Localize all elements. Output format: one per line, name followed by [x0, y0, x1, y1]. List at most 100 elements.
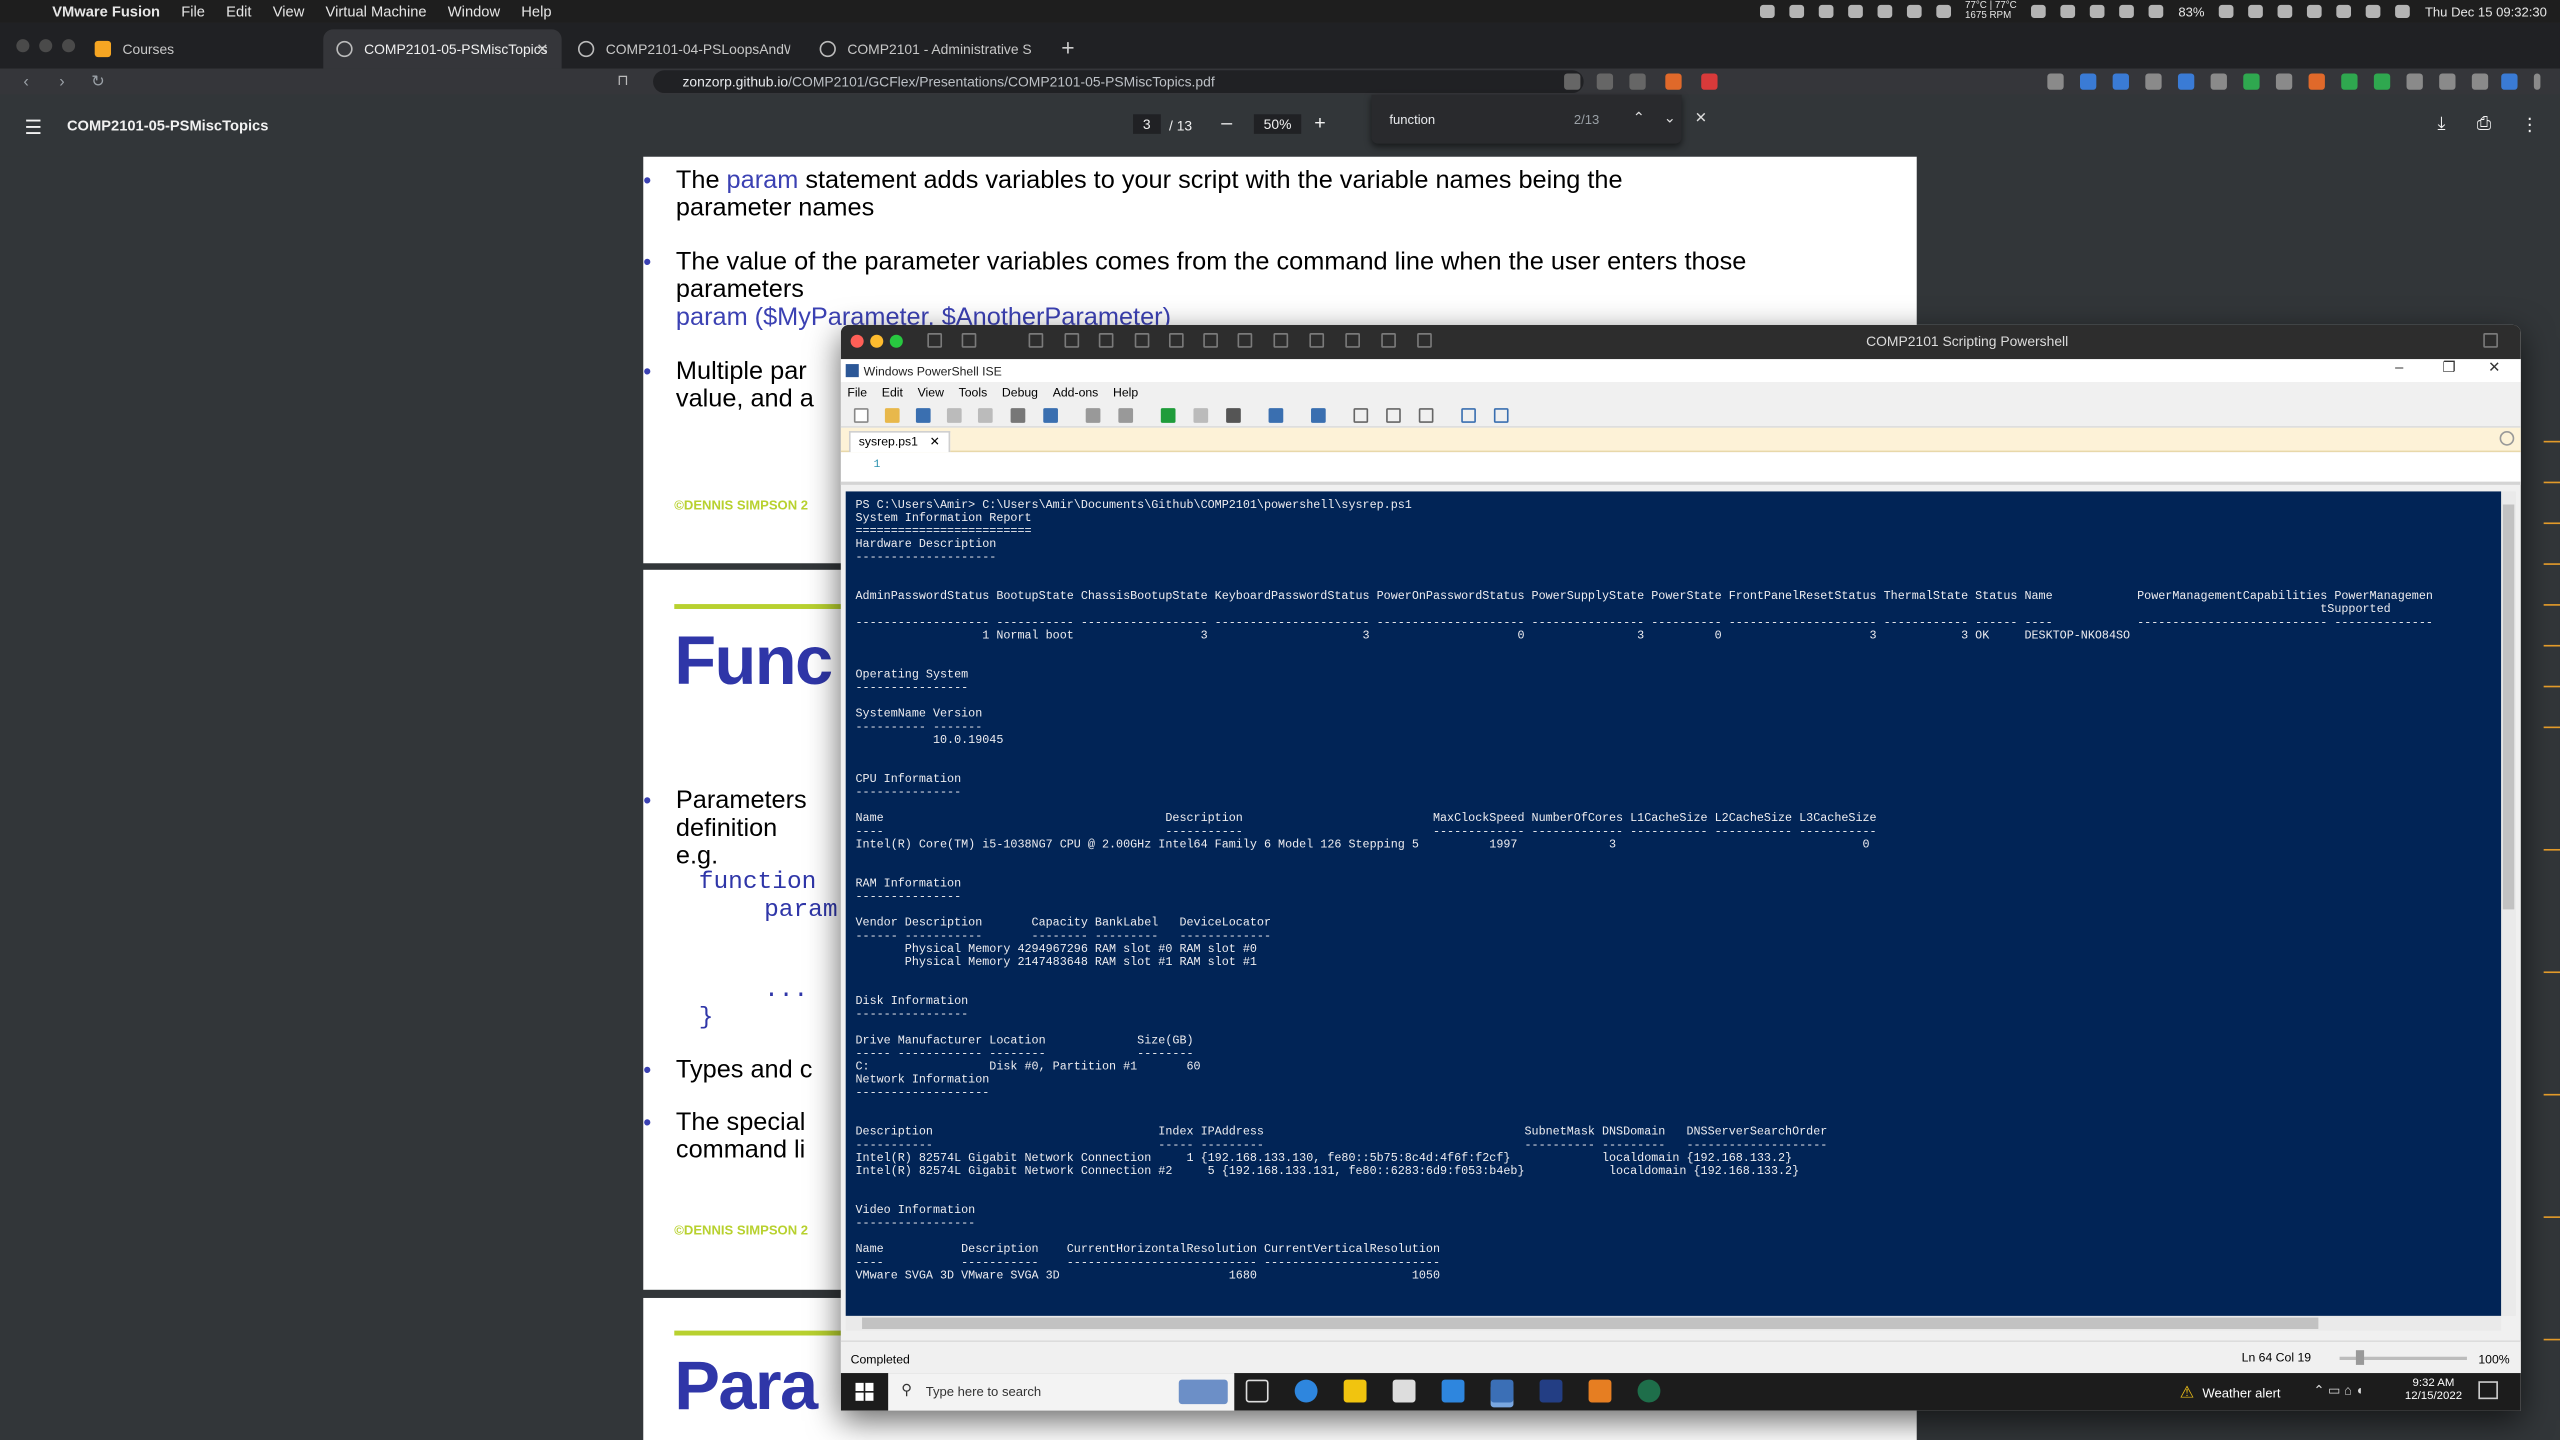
sidebar-icon[interactable] — [2439, 73, 2456, 90]
vm-toolbar-icon[interactable] — [1417, 333, 1432, 348]
temp-readout[interactable]: 77°C | 77°C 1675 RPM — [1965, 2, 2017, 22]
menu-file[interactable]: File — [181, 3, 205, 19]
tab-courses[interactable]: Courses — [82, 29, 320, 68]
new-file-icon[interactable] — [853, 408, 869, 423]
ise-restore-button[interactable]: ❐ — [2442, 359, 2455, 377]
save-icon[interactable] — [915, 408, 931, 423]
vm-toolbar-icon[interactable] — [1309, 333, 1325, 348]
vm-minimize-button[interactable] — [870, 334, 884, 348]
vm-toolbar-icon[interactable] — [1203, 333, 1218, 348]
extension-icon[interactable] — [2243, 73, 2260, 90]
vm-toolbar-icon[interactable] — [1028, 333, 1044, 348]
mail-icon[interactable] — [1441, 1379, 1465, 1403]
store-icon[interactable] — [1392, 1379, 1416, 1403]
puzzle-icon[interactable] — [2406, 73, 2423, 90]
close-tab-icon[interactable]: ✕ — [930, 434, 940, 449]
layout-max-icon[interactable] — [1418, 408, 1434, 423]
cloud-icon[interactable] — [2031, 4, 2047, 18]
wifi-icon[interactable] — [2248, 4, 2264, 18]
layout-top-icon[interactable] — [1353, 408, 1369, 423]
status-icon[interactable] — [1818, 4, 1833, 18]
vm-toolbar-icon[interactable] — [1273, 333, 1289, 348]
minimize-window-button[interactable] — [39, 39, 53, 53]
back-arrow-icon[interactable]: ‹ — [16, 73, 36, 91]
zoom-window-button[interactable] — [62, 39, 76, 53]
find-prev-icon[interactable]: ⌃ — [1633, 109, 1645, 127]
extension-icon[interactable] — [2047, 73, 2064, 90]
windows-start-icon[interactable] — [855, 1382, 874, 1401]
system-tray[interactable]: ⌃ ▭ ⌂ ◖ — [2313, 1383, 2363, 1398]
console-pane[interactable]: PS C:\Users\Amir> C:\Users\Amir\Document… — [845, 491, 2502, 1316]
scrollbar-thumb[interactable] — [2502, 504, 2515, 910]
run-script-icon[interactable] — [1160, 408, 1176, 423]
powershell-ise-taskbar-icon[interactable] — [1490, 1379, 1514, 1403]
extension-icon[interactable] — [2373, 73, 2391, 90]
share-icon[interactable] — [1629, 73, 1646, 90]
remote-tab-icon[interactable] — [1268, 408, 1284, 423]
siri-icon[interactable] — [2395, 4, 2411, 18]
extension-icon[interactable] — [2079, 73, 2097, 90]
collapse-pane-icon[interactable] — [2499, 431, 2515, 446]
menu-window[interactable]: Window — [448, 3, 500, 19]
menu-edit[interactable]: Edit — [226, 3, 251, 19]
extension-icon[interactable] — [2177, 73, 2195, 90]
file-tab-sysrep[interactable]: sysrep.ps1 ✕ — [848, 431, 950, 453]
extension-icon[interactable] — [2308, 73, 2325, 90]
more-vert-icon[interactable] — [2533, 73, 2541, 90]
vm-toolbar-icon[interactable] — [1098, 333, 1114, 348]
more-vert-icon[interactable]: ⋮ — [2521, 114, 2539, 136]
menu-view[interactable]: View — [273, 3, 305, 19]
undo-icon[interactable] — [1085, 408, 1101, 423]
status-icon[interactable] — [1788, 4, 1804, 18]
wallet-icon[interactable] — [2471, 73, 2489, 90]
open-file-icon[interactable] — [884, 408, 900, 423]
profile-icon[interactable] — [2501, 73, 2518, 90]
app-icon[interactable] — [1637, 1379, 1661, 1403]
zoom-level-input[interactable]: 50% — [1253, 114, 1302, 134]
cloud-icon[interactable] — [1906, 4, 1921, 18]
task-view-icon[interactable] — [1245, 1379, 1269, 1403]
clear-console-icon[interactable] — [1043, 408, 1058, 423]
battery-percent[interactable]: 83% — [2178, 4, 2204, 19]
status-icon[interactable] — [1935, 4, 1951, 18]
reload-icon[interactable]: ↻ — [88, 73, 108, 91]
zoom-slider[interactable] — [2339, 1350, 2467, 1365]
vm-toolbar-icon[interactable] — [927, 333, 943, 348]
menu-virtual-machine[interactable]: Virtual Machine — [326, 3, 427, 19]
ise-menu-debug[interactable]: Debug — [1002, 385, 1038, 401]
menubar-clock[interactable]: Thu Dec 15 09:32:30 — [2425, 4, 2547, 19]
show-commands-icon[interactable] — [1461, 408, 1476, 423]
volume-icon[interactable] — [2278, 4, 2293, 18]
vm-zoom-button[interactable] — [889, 334, 903, 348]
ise-close-button[interactable]: ✕ — [2488, 359, 2500, 377]
extension-icon[interactable] — [2275, 73, 2293, 90]
weather-alert[interactable]: ⚠ Weather alert — [2180, 1384, 2281, 1402]
console-horizontal-scrollbar[interactable] — [845, 1315, 2502, 1331]
show-addons-icon[interactable] — [1493, 408, 1509, 423]
ise-menu-edit[interactable]: Edit — [882, 385, 903, 401]
bluetooth-icon[interactable] — [2307, 4, 2323, 18]
paste-icon[interactable] — [1010, 408, 1026, 423]
status-icon[interactable] — [1759, 4, 1774, 18]
menu-help[interactable]: Help — [521, 3, 551, 19]
print-icon[interactable]: ⎙ — [2477, 114, 2491, 135]
tab-psloopsandwmi[interactable]: COMP2101-04-PSLoopsAndWMI — [565, 29, 803, 68]
slider-handle[interactable] — [2355, 1350, 2365, 1365]
ise-minimize-button[interactable]: – — [2395, 359, 2403, 375]
screenshot-icon[interactable] — [1564, 73, 1581, 90]
stop-icon[interactable] — [1226, 408, 1241, 423]
ise-menu-addons[interactable]: Add-ons — [1053, 385, 1099, 401]
find-close-icon[interactable]: ✕ — [1695, 109, 1707, 127]
copy-icon[interactable] — [977, 408, 993, 423]
scrollbar-thumb[interactable] — [862, 1317, 2319, 1329]
extension-icon[interactable] — [2145, 73, 2162, 90]
close-tab-icon[interactable]: ✕ — [536, 40, 548, 58]
start-powershell-icon[interactable] — [1311, 408, 1326, 423]
extension-icon[interactable] — [2210, 73, 2227, 90]
notification-icon[interactable] — [2478, 1381, 2498, 1400]
control-center-icon[interactable] — [2366, 4, 2381, 18]
ise-menu-help[interactable]: Help — [1113, 385, 1138, 401]
vm-toolbar-icon[interactable] — [961, 333, 977, 348]
hamburger-menu-icon[interactable]: ☰ — [24, 116, 42, 139]
taskbar-search[interactable]: ⚲ Type here to search — [888, 1373, 1235, 1411]
